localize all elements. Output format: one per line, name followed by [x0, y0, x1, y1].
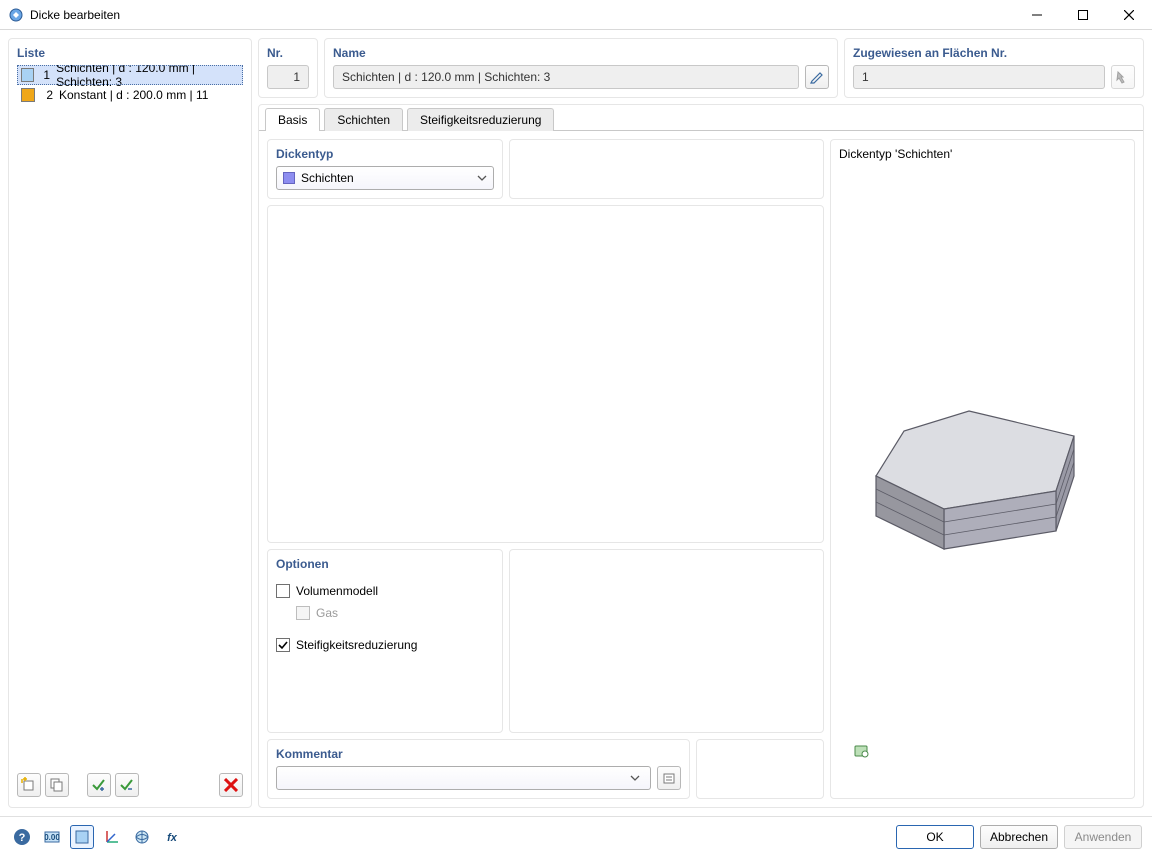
list-item[interactable]: 1 Schichten | d : 120.0 mm | Schichten: …: [17, 65, 243, 85]
list-label: Liste: [17, 45, 243, 65]
preview-panel: Dickentyp 'Schichten': [830, 139, 1135, 799]
tab-schichten[interactable]: Schichten: [324, 108, 403, 131]
new-button[interactable]: [17, 773, 41, 797]
kommentar-group: Kommentar: [267, 739, 690, 799]
nr-group: Nr. 1: [258, 38, 318, 98]
nr-value: 1: [293, 70, 300, 84]
assigned-value: 1: [862, 70, 869, 84]
name-field: Schichten | d : 120.0 mm | Schichten: 3: [333, 65, 799, 89]
blank-panel-bottom: [696, 739, 824, 799]
dickentyp-label: Dickentyp: [276, 146, 494, 166]
nr-label: Nr.: [267, 45, 309, 65]
preview-settings-button[interactable]: [849, 739, 873, 763]
preview-canvas: [839, 166, 1126, 771]
pick-surfaces-button[interactable]: [1111, 65, 1135, 89]
list-item-index: 2: [41, 88, 53, 102]
preview-title: Dickentyp 'Schichten': [839, 146, 1126, 166]
kommentar-label: Kommentar: [276, 746, 681, 766]
check-toggle-2-button[interactable]: [115, 773, 139, 797]
check-toggle-1-button[interactable]: [87, 773, 111, 797]
kommentar-input[interactable]: [277, 767, 630, 789]
name-value: Schichten | d : 120.0 mm | Schichten: 3: [342, 70, 550, 84]
list-toolbar: [17, 771, 243, 799]
kommentar-library-button[interactable]: [657, 766, 681, 790]
minimize-button[interactable]: [1014, 0, 1060, 30]
steif-label: Steifigkeitsreduzierung: [296, 638, 417, 652]
delete-button[interactable]: [219, 773, 243, 797]
globe-button[interactable]: [130, 825, 154, 849]
window-title: Dicke bearbeiten: [30, 8, 1014, 22]
list-item-label: Konstant | d : 200.0 mm | 11: [59, 88, 208, 102]
apply-button: Anwenden: [1064, 825, 1142, 849]
maximize-button[interactable]: [1060, 0, 1106, 30]
header-fields: Nr. 1 Name Schichten | d : 120.0 mm | Sc…: [258, 38, 1144, 98]
blank-panel-mid: [509, 549, 824, 733]
steif-checkbox[interactable]: [276, 638, 290, 652]
thickness-list[interactable]: 1 Schichten | d : 120.0 mm | Schichten: …: [17, 65, 243, 765]
list-item-label: Schichten | d : 120.0 mm | Schichten: 3: [56, 65, 239, 89]
view-button[interactable]: [70, 825, 94, 849]
dickentyp-combo[interactable]: Schichten: [276, 166, 494, 190]
name-group: Name Schichten | d : 120.0 mm | Schichte…: [324, 38, 838, 98]
tab-container: Basis Schichten Steifigkeitsreduzierung …: [258, 104, 1144, 808]
help-button[interactable]: ?: [10, 825, 34, 849]
volumen-checkbox[interactable]: [276, 584, 290, 598]
tab-steifigkeitsreduzierung[interactable]: Steifigkeitsreduzierung: [407, 108, 554, 131]
gas-label: Gas: [316, 606, 338, 620]
chevron-down-icon[interactable]: [630, 773, 650, 783]
optionen-label: Optionen: [276, 556, 494, 576]
tab-basis[interactable]: Basis: [265, 108, 320, 131]
volumen-label: Volumenmodell: [296, 584, 378, 598]
name-label: Name: [333, 45, 829, 65]
kommentar-combo[interactable]: [276, 766, 651, 790]
fx-button[interactable]: fx: [160, 825, 184, 849]
chevron-down-icon: [477, 173, 487, 183]
gas-checkbox: [296, 606, 310, 620]
layers-3d-icon: [839, 166, 1119, 746]
cancel-button[interactable]: Abbrechen: [980, 825, 1058, 849]
list-item-swatch: [21, 68, 34, 82]
list-item-index: 1: [40, 68, 51, 82]
ok-button[interactable]: OK: [896, 825, 974, 849]
svg-text:?: ?: [19, 832, 26, 844]
close-button[interactable]: [1106, 0, 1152, 30]
blank-panel-main: [267, 205, 824, 543]
copy-button[interactable]: [45, 773, 69, 797]
svg-text:fx: fx: [167, 832, 178, 844]
layer-color-icon: [283, 172, 295, 184]
assigned-field: 1: [853, 65, 1105, 89]
dickentyp-group: Dickentyp Schichten: [267, 139, 503, 199]
svg-text:0.00: 0.00: [44, 833, 60, 842]
list-group: Liste 1 Schichten | d : 120.0 mm | Schic…: [8, 38, 252, 808]
edit-name-button[interactable]: [805, 65, 829, 89]
app-icon: [8, 7, 24, 23]
footer: ? 0.00 fx OK Abbrechen Anwenden: [0, 816, 1152, 856]
assigned-label: Zugewiesen an Flächen Nr.: [853, 45, 1135, 65]
title-bar: Dicke bearbeiten: [0, 0, 1152, 30]
units-button[interactable]: 0.00: [40, 825, 64, 849]
assigned-group: Zugewiesen an Flächen Nr. 1: [844, 38, 1144, 98]
nr-field: 1: [267, 65, 309, 89]
dickentyp-value: Schichten: [301, 171, 354, 185]
tabstrip: Basis Schichten Steifigkeitsreduzierung: [259, 105, 1143, 131]
blank-panel-top: [509, 139, 824, 199]
optionen-group: Optionen Volumenmodell: [267, 549, 503, 733]
list-item-swatch: [21, 88, 35, 102]
axis-button[interactable]: [100, 825, 124, 849]
